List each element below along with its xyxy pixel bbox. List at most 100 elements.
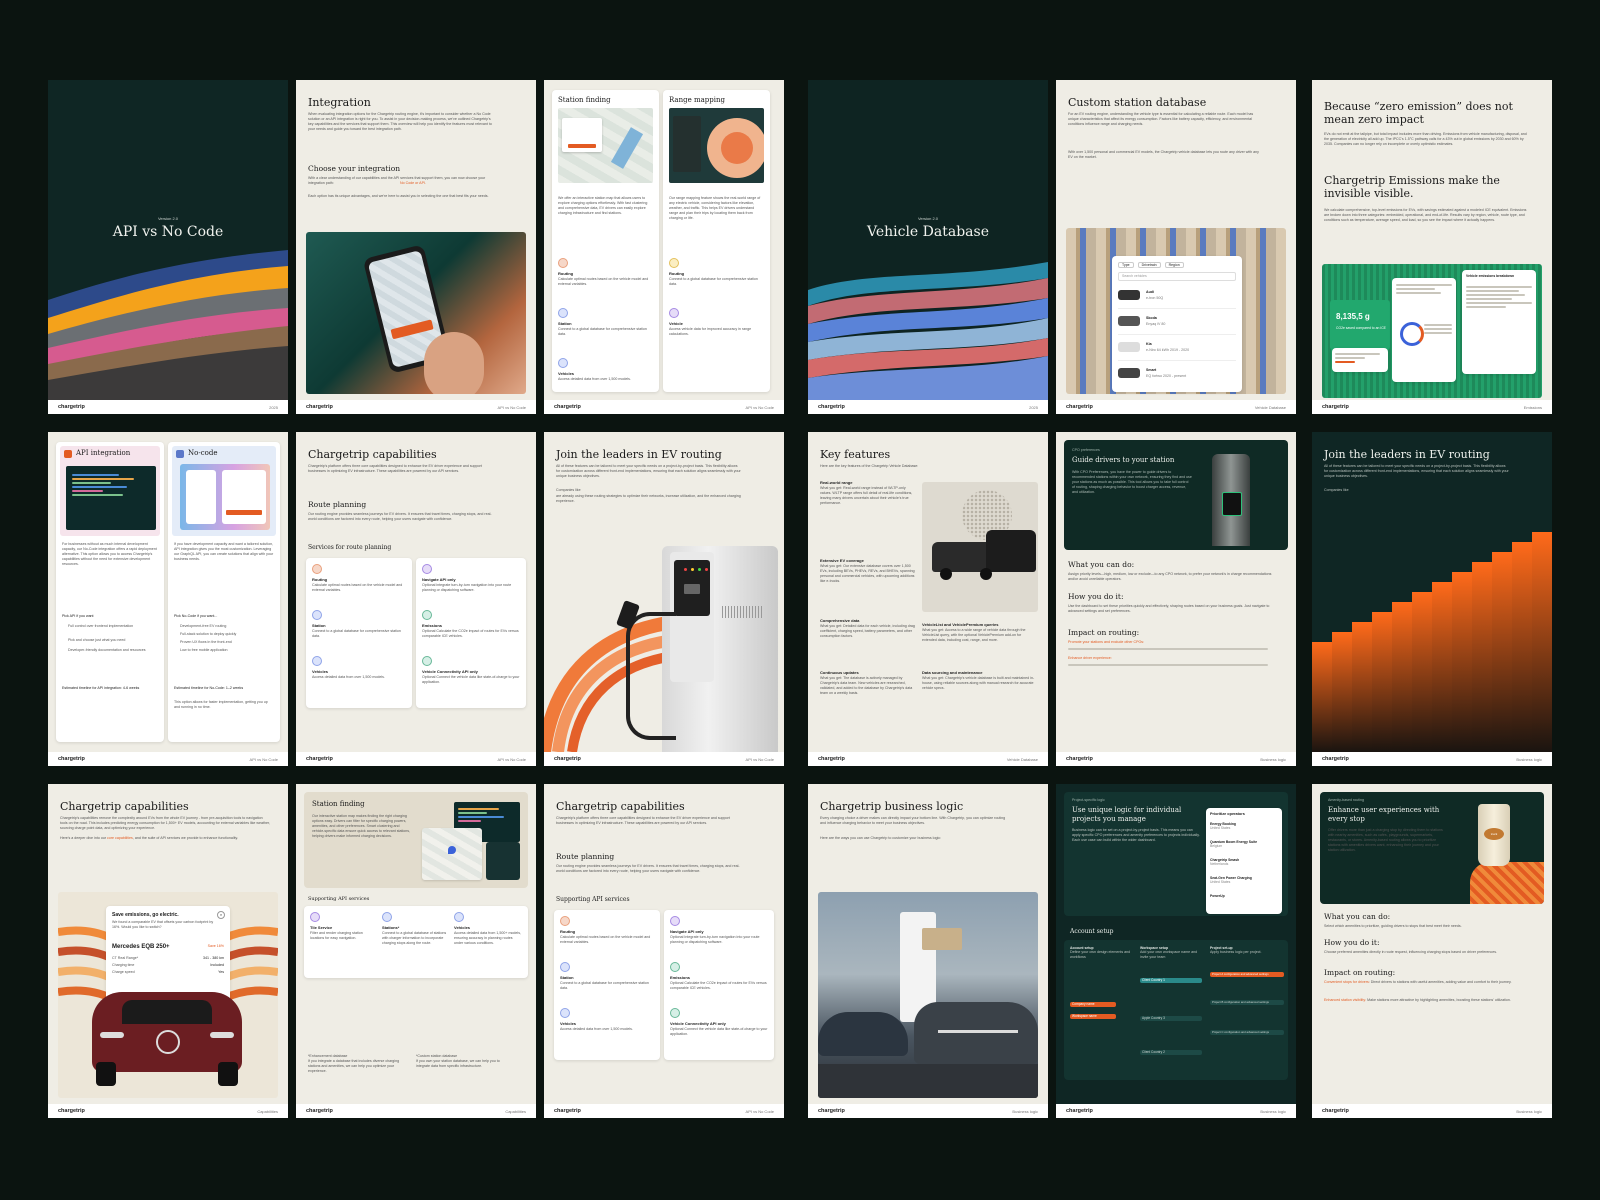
page-business-logic[interactable]: Chargetrip business logic Every charging…: [808, 784, 1048, 1118]
vehicle-list-item[interactable]: Audi e-tron 50Q: [1118, 286, 1236, 309]
vehicle-list-item[interactable]: Smart EQ fortwo 2020 - present: [1118, 364, 1236, 386]
api-icon: [64, 450, 72, 458]
hero-text: Our interactive station map makes findin…: [312, 814, 411, 838]
flow-column: Workspace setup Add your own workspace na…: [1140, 946, 1198, 959]
intro-text: Chargetrip's platform offers three core …: [308, 464, 482, 473]
version-label: Version 2.0: [157, 216, 178, 221]
page-footer: chargetrip API vs No Code: [48, 752, 288, 766]
operator-item[interactable]: Seat-Gen Power Charging United States: [1210, 876, 1278, 884]
intro-text: EVs do not emit at the tailpipe, but tot…: [1324, 132, 1527, 146]
station-icon: [560, 962, 570, 972]
nocode-card[interactable]: No-code If you have development capacity…: [168, 442, 280, 742]
card-title: API integration: [76, 449, 131, 457]
vehicle-list-item[interactable]: Skoda Enyaq iV 80: [1118, 312, 1236, 335]
emissions-icon: [670, 962, 680, 972]
filter-drivetrain[interactable]: Drivetrain: [1137, 262, 1161, 268]
page-join-leaders-dark[interactable]: Join the leaders in EV routing All of th…: [1312, 432, 1552, 766]
page-api-vs-nocode-cover[interactable]: Version 2.0 API vs No Code chargetrip 202…: [48, 80, 288, 414]
api-text: For businesses without as much internal …: [62, 542, 157, 566]
page-key-features[interactable]: Key features Here are the key features o…: [808, 432, 1048, 766]
station-finding-card[interactable]: Station finding We offer an interactive …: [552, 90, 659, 392]
page-amenity-routing[interactable]: Amenity-based routing Enhance user exper…: [1312, 784, 1552, 1118]
kpi-value: 8,135,5 g: [1336, 312, 1370, 321]
card-title: No-code: [188, 449, 218, 457]
page-vehicle-database-cover[interactable]: Version 2.0 Vehicle Database chargetrip 2…: [808, 80, 1048, 414]
charger-screen: [674, 560, 710, 616]
impact-item: Enhance driver experience:: [1068, 656, 1112, 660]
panel-title: Use unique logic for individual projects…: [1072, 806, 1182, 823]
prioritize-operators-panel[interactable]: Prioritize operators Energy Booking Unite…: [1206, 808, 1282, 914]
capabilities-link[interactable]: core capabilities: [107, 836, 133, 840]
navigate-icon: [422, 564, 432, 574]
integration-link[interactable]: No Code or API.: [400, 181, 426, 186]
section-heading: Route planning: [556, 852, 615, 861]
account-heading: Account setup: [1070, 928, 1114, 935]
page-title: Key features: [820, 448, 891, 461]
intro-text: Here are the key features of the Charget…: [820, 464, 919, 468]
page-footer: chargetrip Business logic: [808, 1104, 1048, 1118]
switch-popup[interactable]: Save emissions, go electric. × We found …: [106, 906, 230, 1002]
footnote: *Custom station database If you own your…: [416, 1054, 500, 1068]
tile-icon: [310, 912, 320, 922]
search-input[interactable]: Search vehicles: [1118, 272, 1236, 281]
operator-item[interactable]: PowerUp: [1210, 894, 1278, 898]
page-api-vs-nocode-compare[interactable]: API integration For businesses without a…: [48, 432, 288, 766]
hero-label: Amenity-based routing: [1328, 798, 1364, 802]
section-heading: What you can do:: [1068, 560, 1135, 569]
api-bullet: Full control over frontend implementatio…: [68, 624, 134, 628]
charger-image: [1212, 454, 1250, 546]
vehicles-icon: [560, 1008, 570, 1018]
section-text: Our routing engine provides seamless jou…: [556, 864, 740, 873]
save-badge: Save 16%: [207, 944, 224, 948]
hero-title: Station finding: [312, 800, 365, 808]
close-icon[interactable]: ×: [217, 911, 225, 919]
routing-icon: [558, 258, 568, 268]
body-text: With over 1,500 personal and commercial …: [1068, 150, 1259, 159]
page-capabilities-api-services[interactable]: Chargetrip capabilities Chargetrip's pla…: [544, 784, 784, 1118]
connectivity-icon: [422, 656, 432, 666]
service-navigate: Navigate API only Optional integrate turn…: [422, 564, 520, 593]
range-mapping-card[interactable]: Range mapping Our range mapping feature …: [663, 90, 770, 392]
page-project-logic[interactable]: Project-specific logic Use unique logic …: [1056, 784, 1296, 1118]
page-capabilities-car[interactable]: Chargetrip capabilities Chargetrip's cap…: [48, 784, 288, 1118]
page-capabilities-route-planning[interactable]: Chargetrip capabilities Chargetrip's pla…: [296, 432, 536, 766]
api-integration-card[interactable]: API integration For businesses without a…: [56, 442, 164, 742]
operator-item[interactable]: Quantum Boom Energy Suite Belgium: [1210, 840, 1278, 848]
operator-item[interactable]: Energy Booking United States: [1210, 822, 1278, 830]
filter-type[interactable]: Type: [1118, 262, 1134, 268]
nocode-bullet: Full-stack solution to deploy quickly: [180, 632, 237, 636]
page-cpo-preferences[interactable]: CPO preferences Guide drivers to your st…: [1056, 432, 1296, 766]
panel-text: Business logic can be set on a project-b…: [1072, 828, 1200, 842]
routing-icon: [312, 564, 322, 574]
service-vehicles: Vehicles Access detailed data from over 1…: [560, 1008, 654, 1032]
page-title: Join the leaders in EV routing: [556, 448, 722, 461]
map-tile: [422, 828, 482, 880]
impact-item: Enhanced station visibility: Make statio…: [1324, 998, 1511, 1002]
page-title: Chargetrip capabilities: [60, 800, 189, 813]
page-title: Join the leaders in EV routing: [1324, 448, 1490, 461]
vehicle-search-panel[interactable]: Type Drivetrain Region Search vehicles A…: [1112, 256, 1242, 392]
page-emissions[interactable]: Because “zero emission” does not mean ze…: [1312, 80, 1552, 414]
operator-item[interactable]: Chargetrip Smash Netherlands: [1210, 858, 1278, 866]
page-custom-station-database[interactable]: Custom station database For an EV routin…: [1056, 80, 1296, 414]
cpo-hero: CPO preferences Guide drivers to your st…: [1064, 440, 1288, 550]
account-flow: Account setup Define your own design elem…: [1064, 940, 1288, 1080]
charging-photo: [818, 892, 1038, 1098]
vehicle-list-item[interactable]: Kia e-Niro 64 kWh 2019 - 2020: [1118, 338, 1236, 361]
filter-region[interactable]: Region: [1164, 262, 1184, 268]
cover-title: Vehicle Database: [867, 224, 989, 240]
intro-text: Every charging choice a driver makes can…: [820, 816, 1006, 825]
section-heading: Choose your integration: [308, 164, 401, 173]
routing-icon: [560, 916, 570, 926]
popup-text: We found a comparable EV that offsets yo…: [112, 920, 214, 929]
page-station-finding-services[interactable]: Station finding Our interactive station …: [296, 784, 536, 1118]
page-integration[interactable]: Integration When evaluating integration …: [296, 80, 536, 414]
orange-bars-art: [1312, 532, 1552, 752]
page-footer: chargetrip API vs No Code: [544, 1104, 784, 1118]
page-station-range[interactable]: Station finding We offer an interactive …: [544, 80, 784, 414]
services-heading: Supporting API services: [556, 896, 630, 903]
section-heading: Impact on routing:: [1324, 968, 1396, 977]
page-join-leaders-charger[interactable]: Join the leaders in EV routing All of th…: [544, 432, 784, 766]
kpi-label: CO2e saved compared to an ICE: [1336, 326, 1386, 330]
companies-tail: are already using these routing strategi…: [556, 494, 741, 503]
